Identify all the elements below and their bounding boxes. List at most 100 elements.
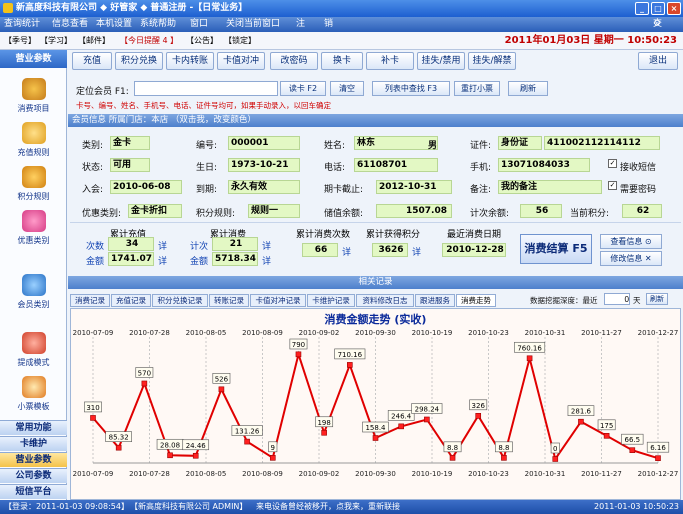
sidebar-item-consume[interactable]: 消费项目 (0, 76, 67, 120)
cutoff-value: 2012-10-31 (376, 180, 452, 194)
tool-mail[interactable]: 【邮件】 (78, 32, 110, 50)
times-title: 累计消费次数 (295, 230, 350, 240)
data-point (192, 452, 199, 459)
sms-checkbox[interactable]: ✓ (608, 159, 617, 168)
recharge-count-detail[interactable]: 详 (158, 239, 167, 252)
sidebar-item-receipt[interactable]: 小票模板 (0, 374, 67, 418)
note-value: 我的备注 (498, 180, 602, 194)
data-label: 710.16 (338, 351, 363, 359)
recharge-count: 34 (108, 237, 154, 251)
loss-disable-button[interactable]: 挂失/禁用 (417, 52, 465, 70)
data-point (347, 362, 353, 368)
consume-count-detail[interactable]: 详 (262, 239, 271, 252)
menu-item-logout-2[interactable]: 销 (324, 17, 333, 32)
recharge-button[interactable]: 充值 (72, 52, 112, 70)
sidebar-tab-sms[interactable]: 短信平台 (0, 484, 67, 499)
change-card-button[interactable]: 换卡 (321, 52, 363, 70)
x-tick-label-bottom: 2010-07-09 (73, 470, 114, 478)
expire-label: 到期: (196, 185, 218, 195)
no-label: 编号: (196, 141, 218, 151)
settle-button[interactable]: 消费结算 F5 (520, 234, 592, 264)
reissue-card-button[interactable]: 补卡 (366, 52, 414, 70)
view-info-label: 查看信息 (610, 237, 643, 246)
recharge-amount-detail[interactable]: 详 (158, 254, 167, 267)
x-tick-label-bottom: 2010-10-23 (468, 470, 509, 478)
points-exchange-button[interactable]: 积分兑换 (115, 52, 163, 70)
consume-amount-detail[interactable]: 详 (262, 254, 271, 267)
points-total: 3626 (372, 243, 408, 257)
clear-button[interactable]: 清空 (330, 81, 364, 96)
mobile-value: 13071084033 (498, 158, 590, 172)
maximize-button[interactable]: □ (651, 2, 665, 15)
sidebar-item-points[interactable]: 积分规则 (0, 164, 67, 208)
rule-label: 积分规则: (196, 209, 236, 219)
menu-item-help[interactable]: 系统帮助 (140, 17, 176, 32)
sidebar-item-member-type[interactable]: 会员类别 (0, 272, 67, 316)
offset-button[interactable]: 卡值对冲 (217, 52, 265, 70)
sidebar-item-recharge[interactable]: 充值规则 (0, 120, 67, 164)
tool-notice[interactable]: 【公告】 (186, 32, 218, 50)
tool-season[interactable]: 【季号】 (4, 32, 36, 50)
data-label: 790 (292, 341, 305, 349)
sidebar-tab-company[interactable]: 公司参数 (0, 468, 67, 483)
stored-value: 1507.08 (376, 204, 452, 218)
state-label: 状态: (82, 163, 104, 173)
data-label: 158.4 (365, 424, 386, 432)
menu-item-logout-1[interactable]: 注 (296, 17, 305, 32)
menu-item-info[interactable]: 信息查看 (52, 17, 88, 32)
transfer-button[interactable]: 卡内转账 (166, 52, 214, 70)
tool-learn[interactable]: 【学习】 (40, 32, 72, 50)
sidebar-item-commission[interactable]: 提成模式 (0, 330, 67, 374)
tab-transfer-records[interactable]: 转账记录 (209, 294, 249, 307)
tab-edit-log[interactable]: 资料修改日志 (356, 294, 414, 307)
tab-offset-records[interactable]: 卡值对冲记录 (250, 294, 306, 307)
times-detail[interactable]: 详 (342, 245, 351, 258)
tab-consume-records[interactable]: 消费记录 (70, 294, 110, 307)
tool-reminder[interactable]: 【今日提醒 4 】 (120, 32, 178, 50)
data-point (424, 416, 430, 423)
tab-consume-trend[interactable]: 消费走势 (456, 294, 496, 307)
type-value: 金卡 (110, 136, 150, 150)
menu-item-local[interactable]: 本机设置 (96, 17, 132, 32)
view-info-button[interactable]: 查看信息 ⊙ (600, 234, 662, 249)
minimize-button[interactable]: _ (635, 2, 649, 15)
tab-points-records[interactable]: 积分兑换记录 (152, 294, 208, 307)
menu-item-window[interactable]: 窗口 (190, 17, 208, 32)
points-detail[interactable]: 详 (412, 245, 421, 258)
sidebar-tab-business[interactable]: 营业参数 (0, 452, 67, 467)
tab-follow-service[interactable]: 跟进服务 (415, 294, 455, 307)
tool-lock[interactable]: 【锁定】 (224, 32, 256, 50)
depth-input[interactable] (604, 293, 630, 305)
menu-item-close[interactable]: 关闭当前窗口 (226, 17, 280, 32)
people-icon (21, 274, 46, 296)
tab-card-records[interactable]: 卡维护记录 (307, 294, 355, 307)
tool-strip: 【季号】 【学习】 【邮件】 【今日提醒 4 】 【公告】 【锁定】 2011年… (0, 32, 683, 50)
data-point (141, 380, 148, 387)
data-label: 310 (86, 404, 99, 412)
close-button[interactable]: × (667, 2, 681, 15)
sidebar: 营业参数 消费项目 充值规则 积分规则 优惠类别 会员类别 提成模式 小票模板 … (0, 50, 67, 500)
menu-item-query[interactable]: 查询统计 (4, 17, 40, 32)
exit-button[interactable]: 退出 (638, 52, 678, 70)
x-tick-label-bottom: 2010-09-30 (355, 470, 396, 478)
tab-recharge-records[interactable]: 充值记录 (111, 294, 151, 307)
recharge-count-label: 次数 (86, 242, 105, 252)
list-find-button[interactable]: 列表中查找 F3 (372, 81, 450, 96)
read-card-button[interactable]: 读卡 F2 (280, 81, 326, 96)
sidebar-tab-common[interactable]: 常用功能 (0, 420, 67, 435)
loss-enable-button[interactable]: 挂失/解禁 (468, 52, 516, 70)
gift-box-icon (21, 210, 46, 232)
cutoff-label: 期卡截止: (324, 185, 364, 195)
change-password-button[interactable]: 改密码 (270, 52, 318, 70)
locate-input[interactable] (134, 81, 278, 96)
sidebar-tab-card[interactable]: 卡维护 (0, 436, 67, 451)
member-info-header[interactable]: 会员信息 所属门店：本店 （双击我，改变颜色） (68, 114, 683, 127)
sidebar-item-discount[interactable]: 优惠类别 (0, 208, 67, 252)
depth-refresh-button[interactable]: 刷新 (646, 293, 668, 305)
reprint-button[interactable]: 重打小票 (454, 81, 500, 96)
password-checkbox[interactable]: ✓ (608, 181, 617, 190)
refresh-button[interactable]: 刷新 (508, 81, 548, 96)
consume-count: 21 (212, 237, 258, 251)
device-notice[interactable]: 来电设备曾经被移开，点我来，重新联接 (256, 500, 400, 514)
edit-info-button[interactable]: 修改信息 ✕ (600, 251, 662, 266)
